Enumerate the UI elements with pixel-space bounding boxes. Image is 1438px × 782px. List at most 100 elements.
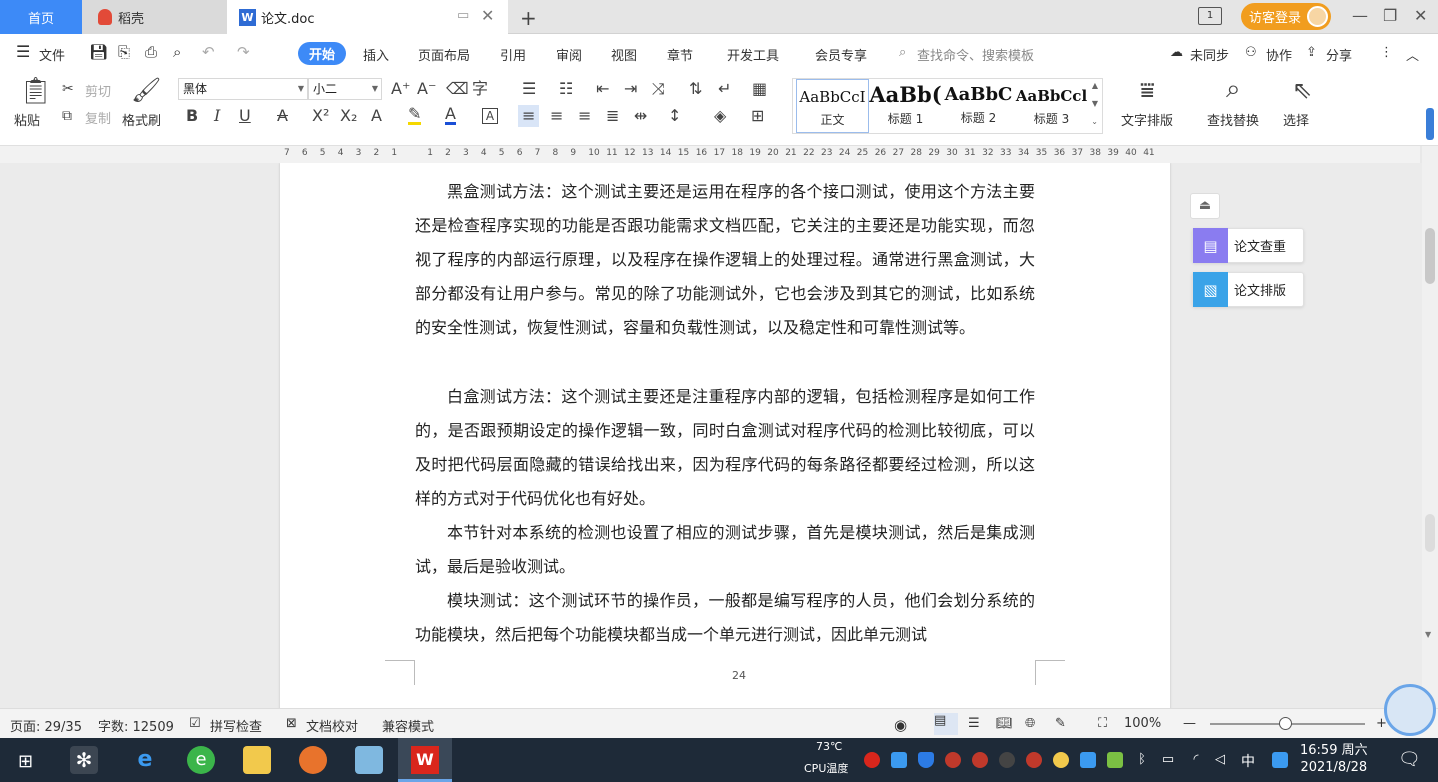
undo-icon[interactable]: ↶ xyxy=(202,43,215,61)
fit-page-icon[interactable]: ⛶ xyxy=(1098,716,1107,731)
new-tab-button[interactable]: + xyxy=(520,6,537,30)
tab-daoke[interactable]: 稻壳 xyxy=(82,0,227,34)
font-size-select[interactable]: 小二 ▼ xyxy=(308,78,382,100)
ie-browser-icon[interactable]: e xyxy=(131,746,159,774)
text-direction-icon[interactable]: ⇅ xyxy=(689,81,702,97)
visitor-login-button[interactable]: 访客登录 xyxy=(1241,3,1331,30)
file-explorer-icon[interactable] xyxy=(243,746,271,774)
collapse-panel-button[interactable]: ⏏ xyxy=(1190,193,1220,219)
align-center-icon[interactable]: ≡ xyxy=(550,108,563,124)
paste-button[interactable]: 粘贴 xyxy=(14,110,40,129)
style-normal[interactable]: AaBbCcI 正文 xyxy=(796,79,869,133)
page-view-icon[interactable]: ▤ xyxy=(934,713,958,735)
word-count[interactable]: 字数: 12509 xyxy=(98,716,174,735)
shading-icon[interactable]: ◈ xyxy=(714,108,726,124)
close-tab-icon[interactable]: ✕ xyxy=(481,6,494,25)
wifi-icon[interactable]: ◜ xyxy=(1188,752,1204,768)
superscript-icon[interactable]: X² xyxy=(312,108,329,124)
align-left-icon[interactable]: ≡ xyxy=(518,105,540,127)
thesis-check-button[interactable]: ▤ 论文查重 xyxy=(1192,228,1304,263)
style-heading-2[interactable]: AaBbC 标题 2 xyxy=(942,79,1015,133)
format-painter-button[interactable]: 格式刷 xyxy=(122,110,161,129)
assistant-avatar[interactable] xyxy=(1384,684,1436,736)
print-icon[interactable]: ⎙ xyxy=(145,43,157,61)
tray-app-icon[interactable] xyxy=(945,752,961,768)
output-pdf-icon[interactable]: ⎘ xyxy=(118,43,130,61)
windows-start-icon[interactable]: ⊞ xyxy=(18,751,33,772)
format-painter-icon[interactable]: 🖌︎ xyxy=(131,78,161,102)
tray-app-icon[interactable] xyxy=(1272,752,1288,768)
outline-view-icon[interactable]: ☰ xyxy=(968,716,980,731)
numbered-list-icon[interactable]: ☷ xyxy=(559,81,573,97)
notepad-app-icon[interactable] xyxy=(355,746,383,774)
subscript-icon[interactable]: X₂ xyxy=(340,108,357,124)
menu-tab-member[interactable]: 会员专享 xyxy=(815,45,867,64)
menu-file[interactable]: 文件 xyxy=(39,45,65,64)
vertical-scrollbar[interactable]: ▼ xyxy=(1422,108,1438,708)
scrollbar-thumb[interactable] xyxy=(1425,228,1435,284)
tray-app-icon[interactable] xyxy=(1080,752,1096,768)
font-color-icon[interactable]: A xyxy=(445,106,456,125)
proofread-button[interactable]: 文档校对 xyxy=(306,716,358,735)
close-window-icon[interactable]: ✕ xyxy=(1414,6,1427,25)
collapse-ribbon-icon[interactable]: ︿ xyxy=(1406,45,1419,64)
gallery-expand-icon[interactable]: ⌄ xyxy=(1091,117,1098,126)
ime-indicator[interactable]: 中 xyxy=(1241,751,1255,771)
browser-green-icon[interactable]: e xyxy=(187,746,215,774)
align-right-icon[interactable]: ≡ xyxy=(578,108,591,124)
redo-icon[interactable]: ↷ xyxy=(237,43,250,61)
font-name-select[interactable]: 黑体 ▼ xyxy=(178,78,308,100)
pinyin-guide-icon[interactable]: 字 xyxy=(472,81,488,97)
increase-font-icon[interactable]: A⁺ xyxy=(391,81,410,97)
menu-tab-references[interactable]: 引用 xyxy=(500,45,526,64)
print-preview-icon[interactable]: ⌕ xyxy=(173,43,181,61)
cut-button[interactable]: 剪切 xyxy=(85,81,111,100)
bluetooth-icon[interactable]: ᛒ xyxy=(1134,752,1150,768)
pin-window-icon[interactable]: ▭ xyxy=(457,8,469,23)
tray-app-icon[interactable] xyxy=(999,752,1015,768)
horizontal-ruler[interactable]: 7 6 5 4 3 2 1 1 2 3 4 5 6 7 8 9 10 11 12 13 14 15 16 17 18 19 20 21… xyxy=(0,146,1420,163)
spell-check-button[interactable]: 拼写检查 xyxy=(210,716,262,735)
restore-icon[interactable]: ❐ xyxy=(1383,6,1397,25)
decrease-indent-icon[interactable]: ⇤ xyxy=(596,81,609,97)
web-view-icon[interactable]: 🌐︎ xyxy=(1025,716,1035,731)
page-indicator[interactable]: 页面: 29/35 xyxy=(10,716,82,735)
bold-icon[interactable]: B xyxy=(186,108,198,124)
pinwheel-app-icon[interactable]: ✻ xyxy=(70,746,98,774)
paste-icon[interactable]: 📋︎ xyxy=(19,78,52,104)
scroll-down-icon[interactable]: ▼ xyxy=(1425,630,1431,639)
tray-app-icon[interactable] xyxy=(1053,752,1069,768)
select-button[interactable]: 选择 xyxy=(1283,110,1309,129)
select-cursor-icon[interactable]: ⇖ xyxy=(1292,78,1312,102)
strikethrough-icon[interactable]: A xyxy=(277,108,288,124)
style-heading-3[interactable]: AaBbCcl 标题 3 xyxy=(1015,79,1088,133)
line-spacing-icon[interactable]: ↕ xyxy=(668,108,681,124)
style-heading-1[interactable]: AaBb(标题 1 xyxy=(869,79,942,133)
text-layout-button[interactable]: 文字排版 xyxy=(1121,110,1173,129)
tray-app-icon[interactable] xyxy=(891,752,907,768)
menu-tab-insert[interactable]: 插入 xyxy=(363,45,389,64)
justify-icon[interactable]: ≣ xyxy=(606,108,619,124)
sync-status[interactable]: 未同步 xyxy=(1190,45,1229,64)
notification-icon[interactable]: 🗨︎ xyxy=(1398,749,1421,770)
reading-view-icon[interactable]: 📖︎ xyxy=(996,716,1013,731)
tray-app-icon[interactable] xyxy=(972,752,988,768)
command-search-input[interactable]: 查找命令、搜索模板 xyxy=(917,45,1034,64)
hamburger-menu-icon[interactable]: ☰ xyxy=(16,42,30,61)
italic-icon[interactable]: I xyxy=(214,108,220,124)
highlight-icon[interactable]: ✎ xyxy=(408,106,422,125)
document-page[interactable]: 黑盒测试方法：这个测试主要还是运用在程序的各个接口测试，使用这个方法主要还是检查… xyxy=(280,163,1170,708)
shield-icon[interactable] xyxy=(918,752,934,768)
chinese-layout-icon[interactable]: ⤨ xyxy=(652,81,665,97)
menu-tab-start[interactable]: 开始 xyxy=(298,42,346,65)
table-icon[interactable]: ▦ xyxy=(752,81,767,97)
text-effect-icon[interactable]: A xyxy=(371,108,382,124)
tray-app-icon[interactable] xyxy=(1026,752,1042,768)
underline-icon[interactable]: U xyxy=(239,108,251,124)
gallery-scroll-down-icon[interactable]: ▼ xyxy=(1092,99,1098,108)
minimize-icon[interactable]: — xyxy=(1352,6,1368,25)
decrease-font-icon[interactable]: A⁻ xyxy=(417,81,436,97)
paragraph[interactable]: 白盒测试方法：这个测试主要还是注重程序内部的逻辑，包括检测程序是如何工作的，是否… xyxy=(415,380,1035,516)
menu-tab-chapter[interactable]: 章节 xyxy=(667,45,693,64)
menu-tab-view[interactable]: 视图 xyxy=(611,45,637,64)
